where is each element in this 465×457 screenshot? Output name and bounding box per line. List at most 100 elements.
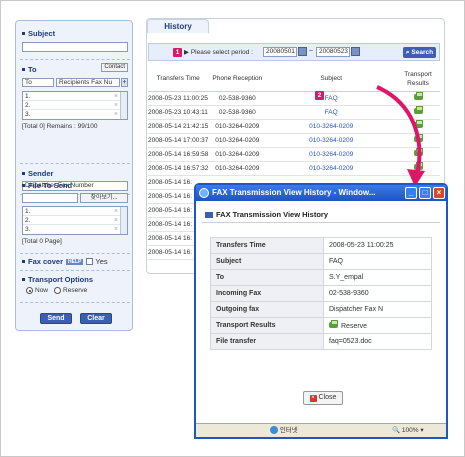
subject-link[interactable]: FAQ xyxy=(325,109,338,116)
detail-table: Transfers Time 2008-05-23 11:00:25 Subject… xyxy=(210,237,432,350)
contact-button[interactable]: Contact xyxy=(101,63,128,72)
detail-key: To xyxy=(210,269,324,286)
transport-reserve-radio[interactable] xyxy=(54,287,62,294)
detail-value-text: 02-538-9360 xyxy=(329,290,369,297)
remove-icon[interactable]: × xyxy=(114,207,118,216)
detail-key: Transfers Time xyxy=(210,237,324,254)
cell-time: 2008-05-23 11:00:25 xyxy=(148,91,209,106)
recipient-list[interactable]: 1. × 2. × 3. × xyxy=(22,91,128,120)
fax-cover-checkbox[interactable] xyxy=(86,258,94,265)
scrollbar[interactable] xyxy=(120,207,127,234)
file-list[interactable]: 1. × 2. × 3. × xyxy=(22,206,128,235)
subject-link[interactable]: 010-3264-0209 xyxy=(309,151,353,158)
minimize-icon[interactable]: _ xyxy=(405,187,417,199)
globe-icon xyxy=(270,426,278,435)
status-bar: 인터넷 🔍 100% ▾ xyxy=(196,423,446,437)
recipients-fax-input[interactable]: Recipients Fax Nu xyxy=(56,78,120,87)
cell-time: 2008-05-14 16:59:58 xyxy=(148,147,209,162)
divider xyxy=(20,270,130,271)
divider xyxy=(20,253,130,254)
detail-value-text: FAQ xyxy=(329,258,344,265)
cell-time: 2008-05-14 16:57:32 xyxy=(148,161,209,176)
fax-cover-yes-label: Yes xyxy=(95,257,108,266)
cell-time: 2008-05-14 17:00:37 xyxy=(148,133,209,148)
fax-result-icon xyxy=(329,319,338,328)
fax-send-panel: Subject To Contact To Recipients Fax Nu … xyxy=(15,20,133,331)
fax-history-window: FAX Transmission View History - Window..… xyxy=(194,183,448,439)
detail-key: Transport Results xyxy=(210,317,324,334)
pointer-arrow xyxy=(376,85,425,187)
step-badge-1: 1 xyxy=(173,48,182,57)
help-badge[interactable]: HELP xyxy=(66,258,84,265)
recipient-count: [Total 0] Remains : 99/100 xyxy=(22,123,98,130)
detail-value-text: faq=0523.doc xyxy=(329,338,372,345)
remove-icon[interactable]: × xyxy=(114,110,118,119)
cell-phone: 02-538-9360 xyxy=(208,91,267,106)
fax-cover-label: Fax cover xyxy=(28,257,64,266)
calendar-icon[interactable] xyxy=(298,47,307,56)
list-item[interactable]: 2. × xyxy=(23,216,127,225)
detail-value: 2008-05-23 11:00:25 xyxy=(323,237,432,254)
detail-value-text: Reserve xyxy=(341,322,368,330)
detail-value: FAQ xyxy=(323,253,432,270)
send-button[interactable]: Send xyxy=(40,313,72,324)
calendar-icon[interactable] xyxy=(351,47,360,56)
browse-button[interactable]: 찾아보기... xyxy=(80,193,128,203)
cell-phone: 010-3264-0209 xyxy=(208,161,267,176)
date-from-input[interactable]: 20080501 xyxy=(263,47,297,57)
page-count: [Total 0 Page] xyxy=(22,238,62,245)
to-section: To Contact To Recipients Fax Nu + 1. × 2.… xyxy=(22,63,128,130)
subject-input[interactable] xyxy=(22,42,128,52)
cell-time: 2008-05-14 21:42:15 xyxy=(148,119,209,134)
remove-icon[interactable]: × xyxy=(114,101,118,110)
zoom-level[interactable]: 🔍 100% ▾ xyxy=(392,424,424,438)
cell-phone: 02-538-9360 xyxy=(208,105,267,120)
remove-icon[interactable]: × xyxy=(114,216,118,225)
close-button[interactable]: × Close xyxy=(303,391,343,405)
tab-history[interactable]: History xyxy=(147,19,209,33)
transport-now-radio[interactable] xyxy=(26,287,33,294)
close-icon[interactable]: × xyxy=(433,187,445,199)
window-header: FAX Transmission View History xyxy=(202,207,440,223)
file-label: File To Send xyxy=(22,181,128,190)
list-item[interactable]: 1. × xyxy=(23,207,127,216)
maximize-icon[interactable]: □ xyxy=(419,187,431,199)
list-item[interactable]: 2. × xyxy=(23,101,127,110)
close-icon: × xyxy=(309,395,317,402)
detail-value: faq=0523.doc xyxy=(323,333,432,350)
divider xyxy=(20,302,130,303)
detail-key: Outgoing fax xyxy=(210,301,324,318)
detail-row: Subject FAQ xyxy=(210,253,432,270)
date-to-input[interactable]: 20080523 xyxy=(316,47,350,57)
subject-label: Subject xyxy=(22,29,128,38)
remove-icon[interactable]: × xyxy=(114,92,118,101)
cell-phone: 010-3264-0209 xyxy=(208,147,267,162)
subject-link[interactable]: 010-3264-0209 xyxy=(309,123,353,130)
subject-link[interactable]: 010-3264-0209 xyxy=(309,165,353,172)
detail-key: Subject xyxy=(210,253,324,270)
divider xyxy=(20,59,130,60)
subject-link[interactable]: 010-3264-0209 xyxy=(309,137,353,144)
list-item[interactable]: 1. × xyxy=(23,92,127,101)
remove-icon[interactable]: × xyxy=(114,225,118,234)
window-title: FAX Transmission View History - Window..… xyxy=(212,188,376,197)
status-zone: 인터넷 xyxy=(270,424,298,438)
detail-row: File transfer faq=0523.doc xyxy=(210,333,432,350)
scrollbar[interactable] xyxy=(120,92,127,119)
file-section: File To Send 찾아보기... 1. × 2. × 3. × [Total … xyxy=(22,181,128,245)
cell-phone: 010-3264-0209 xyxy=(208,133,267,148)
window-titlebar[interactable]: FAX Transmission View History - Window..… xyxy=(196,185,446,201)
list-item[interactable]: 3. × xyxy=(23,110,127,119)
clear-button[interactable]: Clear xyxy=(80,313,112,324)
to-type-select[interactable]: To xyxy=(22,78,54,87)
add-recipient-button[interactable]: + xyxy=(121,78,128,87)
detail-row: Transfers Time 2008-05-23 11:00:25 xyxy=(210,237,432,254)
transport-section: Transport Options Now Reserve xyxy=(22,275,128,294)
detail-row: Transport Results Reserve xyxy=(210,317,432,334)
search-button[interactable]: ⌕ Search xyxy=(403,47,436,58)
detail-value: Reserve xyxy=(323,317,432,334)
file-path-input[interactable] xyxy=(22,193,78,203)
list-item[interactable]: 3. × xyxy=(23,225,127,234)
subject-link[interactable]: FAQ xyxy=(325,95,338,102)
detail-value: S.Y_empal xyxy=(323,269,432,286)
